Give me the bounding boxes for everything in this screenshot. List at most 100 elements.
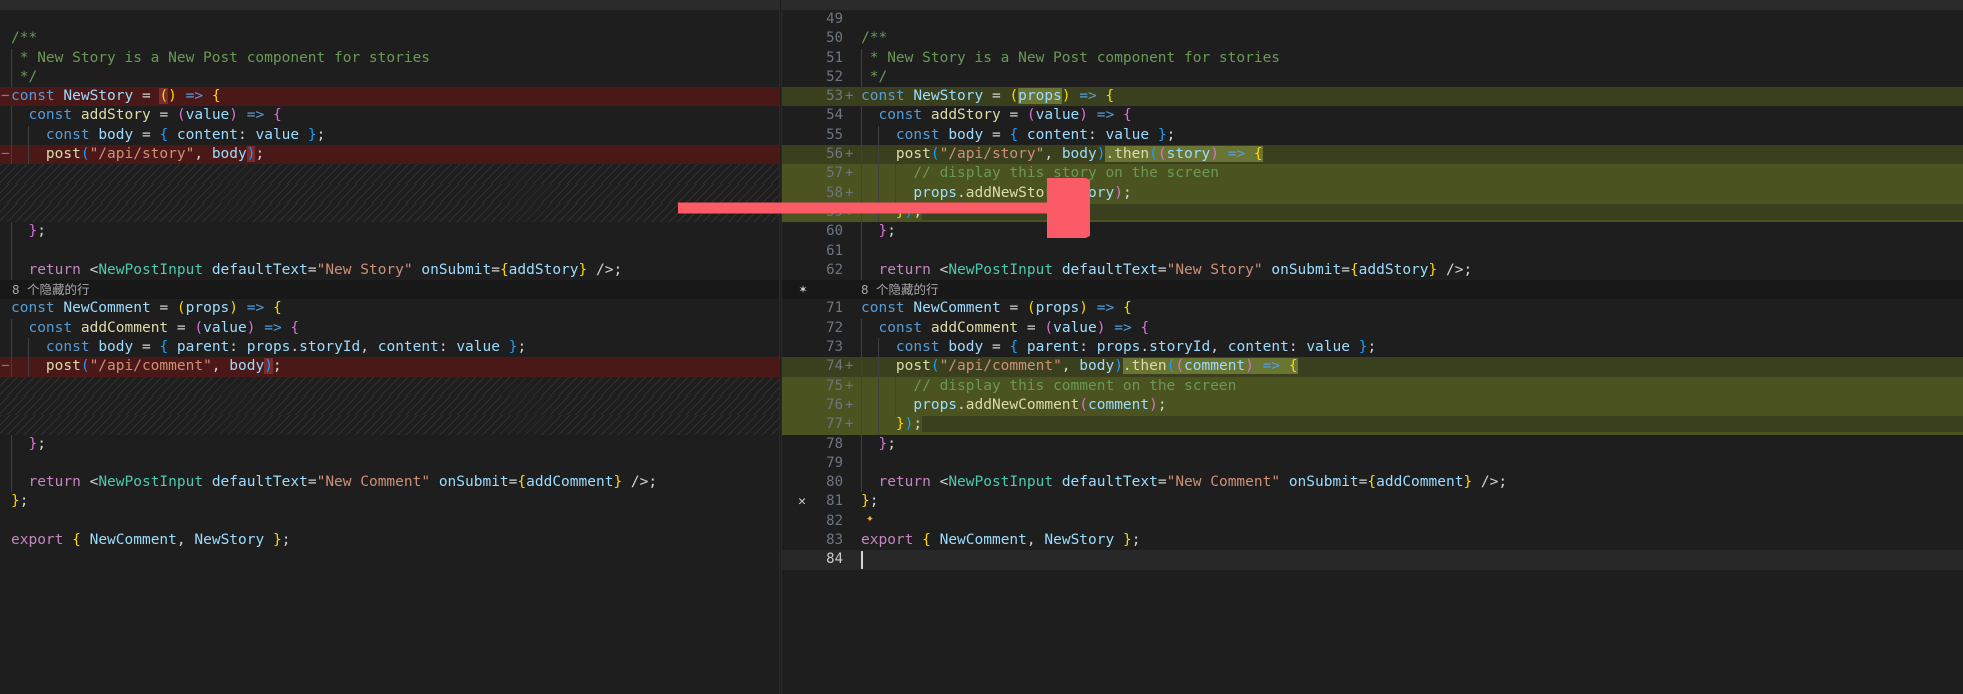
code-line-added[interactable]: 74 + post("/api/comment", body).then((co… — [781, 357, 1963, 377]
code-line-added[interactable]: 76 + props.addNewComment(comment); — [781, 395, 1963, 416]
delete-marker: − — [0, 145, 11, 165]
code-line[interactable] — [0, 10, 780, 29]
line-number: 60 — [826, 223, 843, 240]
code-line-active[interactable]: 84 — [781, 550, 1963, 570]
line-number: 57 — [826, 165, 843, 182]
deleted-filler — [0, 202, 780, 223]
line-number: 72 — [826, 319, 843, 336]
folded-lines-separator[interactable]: ✶ 8 个隐藏的行 — [781, 280, 1963, 300]
code-line[interactable] — [0, 241, 780, 261]
code-line[interactable]: 54 const addStory = (value) => { — [781, 106, 1963, 126]
add-marker: + — [845, 396, 854, 413]
line-number: 61 — [826, 242, 843, 259]
line-number: 76 — [826, 396, 843, 413]
deleted-filler — [0, 164, 780, 184]
code-line[interactable]: 51 * New Story is a New Post component f… — [781, 48, 1963, 68]
code-line[interactable]: 72 const addComment = (value) => { — [781, 318, 1963, 339]
folded-lines-label: 8 个隐藏的行 — [12, 282, 90, 298]
code-line[interactable]: 62 return <NewPostInput defaultText="New… — [781, 260, 1963, 281]
add-marker: + — [845, 203, 854, 220]
active-line-number: 84 — [826, 551, 843, 568]
code-line[interactable]: 79 — [781, 453, 1963, 474]
delete-marker: − — [0, 87, 11, 107]
code-line[interactable]: 52 */ — [781, 67, 1963, 88]
code-line[interactable]: * New Story is a New Post component for … — [0, 48, 780, 68]
add-marker: + — [845, 88, 854, 105]
line-number: 83 — [826, 532, 843, 549]
code-line[interactable]: }; — [0, 222, 780, 242]
code-line[interactable] — [0, 453, 780, 474]
line-number: 73 — [826, 339, 843, 356]
code-line[interactable]: */ — [0, 67, 780, 88]
code-line[interactable]: const body = { content: value }; — [0, 125, 780, 146]
code-line[interactable]: 82 — [781, 512, 1963, 531]
line-number: 58 — [826, 184, 843, 201]
add-marker: + — [845, 416, 854, 433]
code-line[interactable]: }; — [0, 492, 780, 511]
code-line-added[interactable]: 56 + post("/api/story", body).then((stor… — [781, 145, 1963, 165]
add-marker: + — [845, 146, 854, 163]
code-line[interactable]: const NewComment = (props) => { — [0, 299, 780, 318]
deleted-filler — [0, 376, 780, 396]
line-number: 62 — [826, 261, 843, 278]
code-line[interactable]: export { NewComment, NewStory }; — [0, 531, 780, 550]
code-line-added[interactable]: 58 + props.addNewStory(story); — [781, 183, 1963, 203]
code-line[interactable] — [0, 512, 780, 531]
line-number: 75 — [826, 377, 843, 394]
code-line[interactable]: }; — [0, 434, 780, 454]
deleted-filler — [0, 395, 780, 416]
line-number: 81 — [826, 493, 843, 510]
line-number: 79 — [826, 454, 843, 471]
diff-original-pane[interactable]: /** * New Story is a New Post component … — [0, 0, 780, 694]
code-line-added[interactable]: 77 + }); — [781, 415, 1963, 435]
code-line[interactable]: 60 }; — [781, 222, 1963, 242]
line-number: 54 — [826, 107, 843, 124]
text-cursor — [861, 551, 863, 570]
code-line[interactable]: 80 return <NewPostInput defaultText="New… — [781, 473, 1963, 493]
code-line[interactable]: 78 }; — [781, 434, 1963, 454]
add-marker: + — [845, 358, 854, 375]
unfold-icon[interactable]: ✶ — [792, 280, 814, 299]
line-number: 53 — [826, 88, 843, 105]
code-line[interactable]: 55 const body = { content: value }; — [781, 125, 1963, 146]
code-line[interactable]: 71 const NewComment = (props) => { — [781, 299, 1963, 318]
diff-editor: /** * New Story is a New Post component … — [0, 0, 1963, 694]
deleted-filler — [0, 415, 780, 435]
line-number: 78 — [826, 435, 843, 452]
line-number: 82 — [826, 512, 843, 529]
line-number: 50 — [826, 30, 843, 47]
line-number: 74 — [826, 358, 843, 375]
top-partial-line — [781, 0, 1963, 10]
add-marker: + — [845, 377, 854, 394]
modified-lines: 49 50 /** 51 * New Story is a New Post c… — [781, 10, 1963, 570]
code-line[interactable]: return <NewPostInput defaultText="New St… — [0, 260, 780, 281]
code-line-added[interactable]: 59 + }); — [781, 202, 1963, 223]
code-line[interactable]: 73 const body = { parent: props.storyId,… — [781, 338, 1963, 358]
line-number: 56 — [826, 146, 843, 163]
code-line-deleted[interactable]: − const NewStory = () => { — [0, 87, 780, 107]
code-line[interactable]: const body = { parent: props.storyId, co… — [0, 338, 780, 358]
code-line[interactable]: 61 — [781, 241, 1963, 261]
line-number: 59 — [826, 203, 843, 220]
code-line[interactable]: /** — [0, 29, 780, 48]
code-line-added[interactable]: 57 + // display this story on the screen — [781, 164, 1963, 184]
diff-modified-pane[interactable]: 49 50 /** 51 * New Story is a New Post c… — [781, 0, 1963, 694]
code-line[interactable]: 50 /** — [781, 29, 1963, 48]
code-line[interactable]: 83 export { NewComment, NewStory }; — [781, 531, 1963, 550]
code-line-deleted[interactable]: − post("/api/comment", body); — [0, 357, 780, 377]
top-partial-line — [0, 0, 780, 10]
line-number: 80 — [826, 474, 843, 491]
code-line[interactable]: return <NewPostInput defaultText="New Co… — [0, 473, 780, 493]
code-line[interactable]: const addStory = (value) => { — [0, 106, 780, 126]
code-line[interactable]: const addComment = (value) => { — [0, 318, 780, 339]
code-line[interactable]: 49 — [781, 10, 1963, 29]
code-line-added[interactable]: 75 + // display this comment on the scre… — [781, 376, 1963, 396]
folded-lines-separator[interactable]: 8 个隐藏的行 — [0, 280, 780, 300]
code-line-deleted[interactable]: − post("/api/story", body); — [0, 145, 780, 165]
line-number: 71 — [826, 300, 843, 317]
line-number: 52 — [826, 68, 843, 85]
sparkle-cursor-icon: ✦ — [866, 511, 874, 526]
code-line[interactable]: ✕ 81 }; — [781, 492, 1963, 511]
code-line-added[interactable]: 53 + const NewStory = (props) => { — [781, 87, 1963, 107]
deleted-filler — [0, 183, 780, 203]
